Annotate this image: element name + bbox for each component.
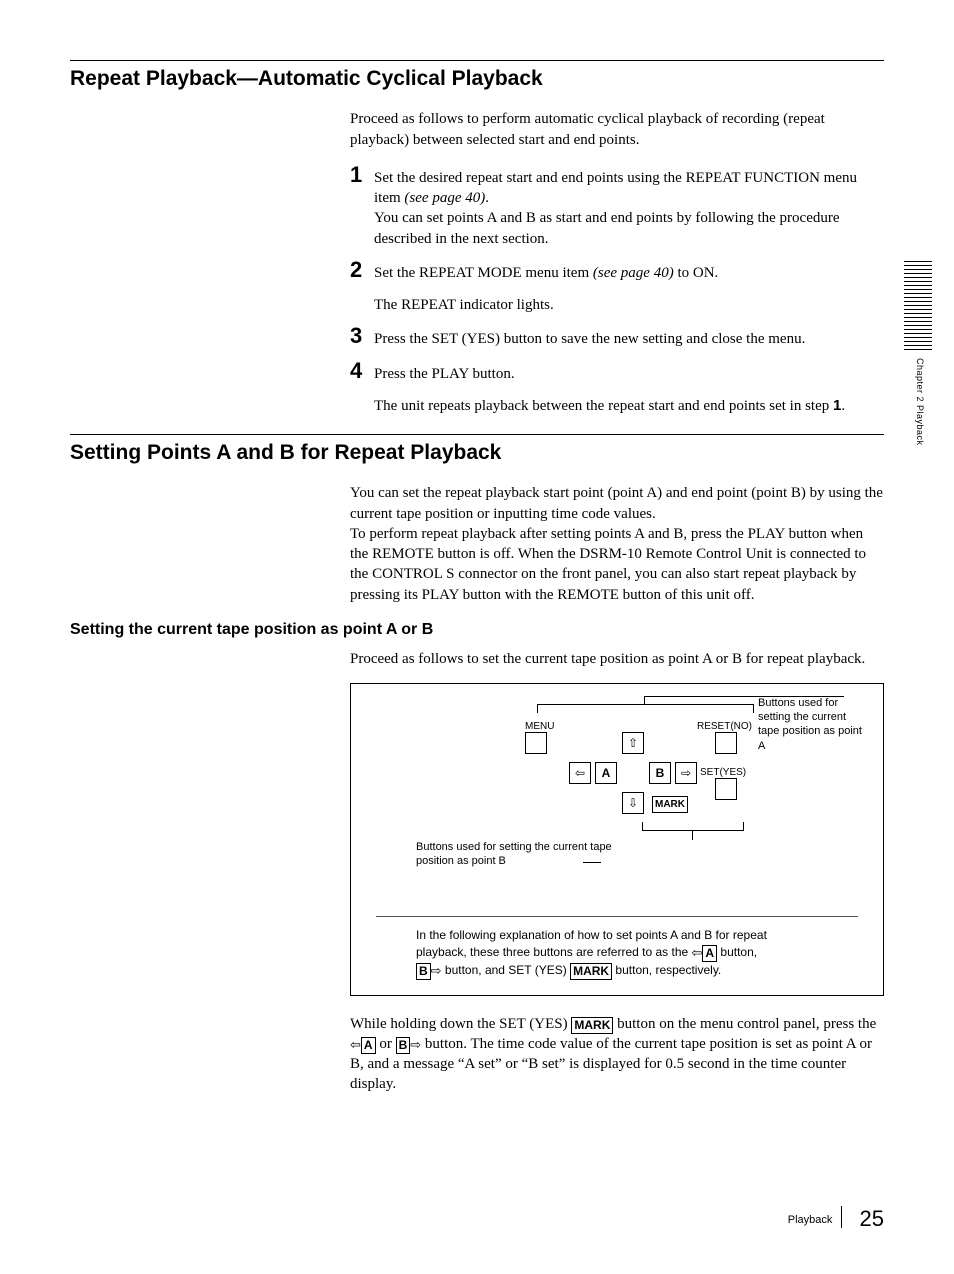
- rule-2: [70, 434, 884, 435]
- thumb-index-hatch: [904, 260, 932, 350]
- section1-title: Repeat Playback—Automatic Cyclical Playb…: [70, 65, 884, 93]
- step-num-2: 2: [350, 259, 374, 281]
- closing-c: or: [376, 1036, 396, 1052]
- step-num-4: 4: [350, 360, 374, 382]
- step2-text-a: Set the REPEAT MODE menu item: [374, 265, 593, 281]
- step-1: 1 Set the desired repeat start and end p…: [350, 164, 884, 249]
- btn-down: ⇩: [622, 792, 644, 814]
- step-3: 3 Press the SET (YES) button to save the…: [350, 325, 884, 349]
- label-mark: MARK: [652, 796, 688, 813]
- bracket-b-stem: [692, 830, 693, 840]
- step-num-1: 1: [350, 164, 374, 186]
- step3-text: Press the SET (YES) button to save the n…: [374, 325, 884, 349]
- step1-ref: (see page 40): [404, 190, 485, 206]
- step4-text: Press the PLAY button.: [374, 366, 515, 382]
- page-number: 25: [860, 1206, 884, 1231]
- btn-reset: [715, 732, 737, 754]
- diagram-note: In the following explanation of how to s…: [416, 927, 818, 979]
- step1-text-c: You can set points A and B as start and …: [374, 210, 840, 246]
- btn-up: ⇧: [622, 732, 644, 754]
- page-footer: Playback 25: [788, 1204, 884, 1234]
- btn-right: ⇨: [675, 762, 697, 784]
- chapter-label: Chapter 2 Playback: [914, 358, 926, 446]
- closing-b: button on the menu control panel, press …: [613, 1016, 876, 1032]
- section2-title: Setting Points A and B for Repeat Playba…: [70, 439, 884, 467]
- step2-sub: The REPEAT indicator lights.: [374, 295, 884, 315]
- bracket-a-lead: [644, 696, 844, 697]
- inline-a-2: A: [361, 1037, 376, 1054]
- rule-1: [70, 60, 884, 61]
- step1-text-b: .: [485, 190, 489, 206]
- btn-menu: [525, 732, 547, 754]
- diagram-separator: [376, 916, 858, 917]
- section3-intro: Proceed as follows to set the current ta…: [350, 649, 884, 669]
- btn-set: [715, 778, 737, 800]
- note-a2: button,: [717, 945, 757, 959]
- inline-mark-2: MARK: [571, 1017, 613, 1034]
- step2-ref: (see page 40): [593, 265, 674, 281]
- section2-para: You can set the repeat playback start po…: [350, 483, 884, 605]
- step-num-3: 3: [350, 325, 374, 347]
- annotation-b-leader: [583, 862, 601, 863]
- note-c: button, respectively.: [612, 963, 721, 977]
- btn-a: A: [595, 762, 617, 784]
- closing-d: button. The time code value of the curre…: [350, 1036, 872, 1093]
- step-2: 2 Set the REPEAT MODE menu item (see pag…: [350, 259, 884, 316]
- step-4: 4 Press the PLAY button. The unit repeat…: [350, 360, 884, 417]
- btn-b: B: [649, 762, 671, 784]
- side-tab: Chapter 2 Playback: [904, 260, 944, 446]
- footer-section: Playback: [788, 1214, 833, 1226]
- inline-mark-1: MARK: [570, 963, 612, 980]
- bracket-b: [642, 822, 744, 831]
- inline-b-1: B: [416, 963, 431, 980]
- closing-a: While holding down the SET (YES): [350, 1016, 571, 1032]
- btn-left: ⇦: [569, 762, 591, 784]
- step4-sub-c: .: [841, 398, 845, 414]
- inline-b-2: B: [396, 1037, 411, 1054]
- inline-a-1: A: [702, 945, 717, 962]
- step4-sub-a: The unit repeats playback between the re…: [374, 398, 833, 414]
- bracket-a-stem: [644, 696, 645, 704]
- section1-intro: Proceed as follows to perform automatic …: [350, 109, 884, 150]
- section3-title: Setting the current tape position as poi…: [70, 619, 884, 641]
- step2-text-b: to ON.: [674, 265, 719, 281]
- note-b: button, and SET (YES): [442, 963, 571, 977]
- control-panel-diagram: Buttons used for setting the current tap…: [350, 683, 884, 996]
- footer-divider: [841, 1206, 842, 1228]
- section3-closing: While holding down the SET (YES) MARK bu…: [350, 1014, 884, 1095]
- bracket-a: [537, 704, 754, 713]
- annotation-point-b: Buttons used for setting the current tap…: [416, 840, 626, 869]
